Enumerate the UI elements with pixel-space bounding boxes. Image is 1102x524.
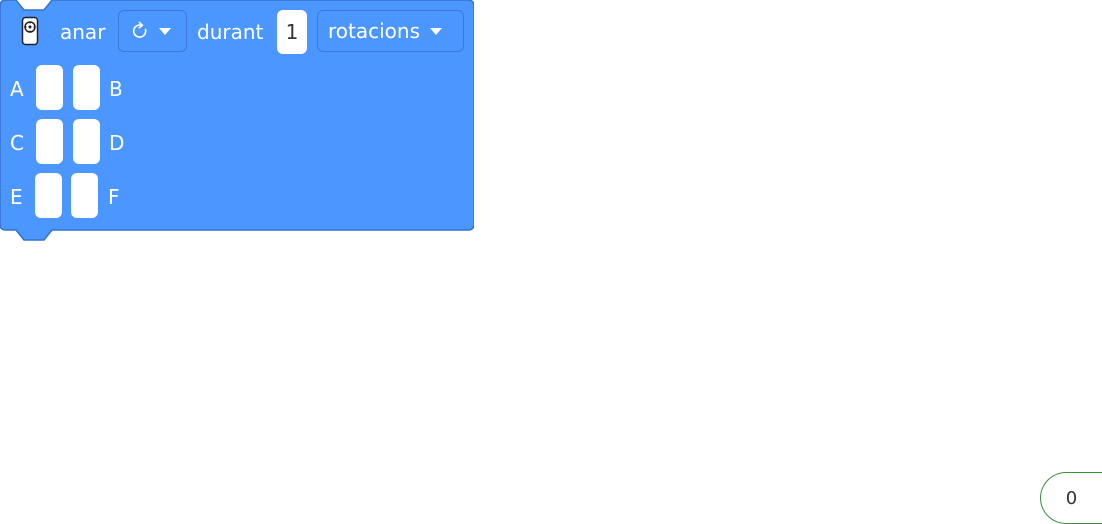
port-label-e: E: [10, 185, 23, 209]
port-label-b: B: [109, 77, 123, 101]
workspace-canvas[interactable]: anar durant 1 rotacions A B C D E F 0: [0, 0, 1102, 524]
direction-dropdown[interactable]: [118, 10, 187, 52]
motor-run-block[interactable]: anar durant 1 rotacions A B C D E F: [0, 0, 474, 242]
chevron-down-icon: [430, 27, 443, 35]
port-slot-f[interactable]: [71, 173, 98, 218]
during-label: durant: [197, 20, 264, 44]
unit-dropdown[interactable]: rotacions: [317, 10, 464, 52]
port-slot-c[interactable]: [36, 119, 63, 164]
unit-selected-value: rotacions: [328, 19, 421, 43]
clockwise-arrow-icon: [131, 21, 149, 41]
verb-label: anar: [60, 20, 106, 44]
block-counter: 0: [1040, 472, 1102, 524]
chevron-down-icon: [159, 27, 171, 35]
port-slot-d[interactable]: [73, 119, 100, 164]
port-label-a: A: [10, 77, 24, 101]
port-label-d: D: [109, 131, 125, 155]
port-slot-e[interactable]: [35, 173, 62, 218]
port-slot-a[interactable]: [36, 65, 63, 110]
motor-device-icon: [20, 16, 40, 46]
port-label-f: F: [108, 185, 120, 209]
port-label-c: C: [10, 131, 24, 155]
port-slot-b[interactable]: [73, 65, 100, 110]
amount-input[interactable]: 1: [277, 10, 307, 54]
